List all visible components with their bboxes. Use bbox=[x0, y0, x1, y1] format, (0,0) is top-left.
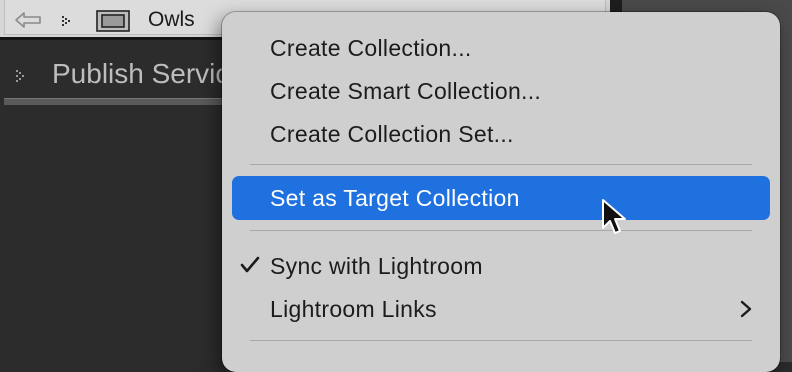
menu-separator bbox=[250, 340, 752, 341]
menu-item-sync-with-lightroom[interactable]: Sync with Lightroom bbox=[232, 244, 770, 286]
menu-item-create-collection[interactable]: Create Collection... bbox=[232, 26, 770, 68]
menu-item-set-as-target-collection[interactable]: Set as Target Collection bbox=[232, 176, 770, 220]
chevron-right-icon bbox=[740, 300, 752, 318]
collection-icon bbox=[96, 10, 130, 32]
menu-item-label: Lightroom Links bbox=[270, 296, 437, 322]
menu-item-lightroom-links[interactable]: Lightroom Links bbox=[232, 287, 770, 329]
collection-name: Owls bbox=[148, 8, 195, 31]
menu-separator bbox=[250, 230, 752, 231]
menu-item-label: Create Smart Collection... bbox=[270, 78, 542, 104]
disclosure-triangle-icon[interactable] bbox=[60, 14, 74, 28]
menu-item-label: Create Collection... bbox=[270, 35, 472, 61]
menu-item-create-collection-set[interactable]: Create Collection Set... bbox=[232, 112, 770, 154]
menu-separator bbox=[250, 164, 752, 165]
disclosure-triangle-icon[interactable] bbox=[14, 68, 28, 84]
menu-item-label: Sync with Lightroom bbox=[270, 253, 483, 279]
menu-item-label: Set as Target Collection bbox=[270, 185, 520, 211]
checkmark-icon bbox=[240, 256, 260, 273]
menu-item-label: Create Collection Set... bbox=[270, 121, 514, 147]
menu-item-create-smart-collection[interactable]: Create Smart Collection... bbox=[232, 69, 770, 111]
sync-arrow-icon[interactable] bbox=[14, 11, 42, 29]
context-menu: Create Collection... Create Smart Collec… bbox=[222, 12, 780, 372]
mouse-cursor-icon bbox=[602, 199, 626, 234]
publish-services-label: Publish Servic bbox=[52, 58, 230, 89]
